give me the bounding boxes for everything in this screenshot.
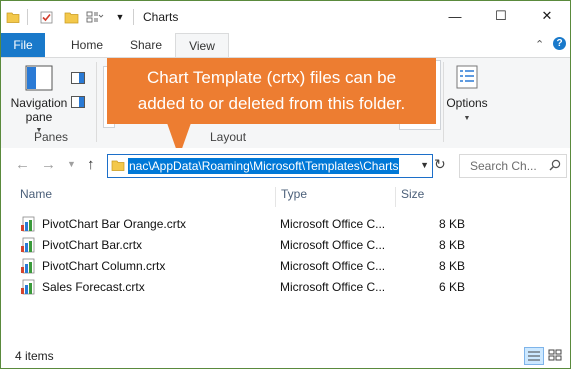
folder-icon[interactable]: [6, 8, 20, 26]
address-bar[interactable]: nac\AppData\Roaming\Microsoft\Templates\…: [107, 154, 433, 178]
file-row[interactable]: Sales Forecast.crtx Microsoft Office C..…: [18, 277, 468, 298]
navigation-bar: ← → ▼ ↑ nac\AppData\Roaming\Microsoft\Te…: [1, 148, 570, 184]
column-header-type[interactable]: Type: [281, 187, 307, 201]
address-dropdown-icon[interactable]: ▼: [420, 160, 429, 170]
file-size: 6 KB: [438, 280, 465, 294]
navigation-pane-label-2: pane: [25, 110, 53, 124]
ribbon-tabs: File Home Share View ⌃ ?: [1, 33, 570, 58]
file-size: 8 KB: [438, 238, 465, 252]
chevron-down-icon: ▼: [463, 115, 471, 122]
up-arrow-icon[interactable]: ↑: [87, 156, 95, 173]
details-pane-icon[interactable]: [71, 96, 85, 108]
options-button[interactable]: Options ▼: [445, 64, 489, 126]
file-name: PivotChart Bar.crtx: [42, 238, 143, 252]
callout-line-1: Chart Template (crtx) files can be: [146, 68, 397, 87]
file-type: Microsoft Office C...: [280, 280, 386, 294]
recent-locations-icon[interactable]: ▼: [67, 159, 76, 169]
search-icon: [549, 159, 561, 171]
ribbon-separator-2: [443, 62, 444, 142]
close-button[interactable]: ✕: [524, 1, 570, 31]
status-bar: 4 items: [1, 343, 570, 368]
address-path[interactable]: nac\AppData\Roaming\Microsoft\Templates\…: [128, 158, 400, 174]
file-size: 8 KB: [438, 259, 465, 273]
column-separator[interactable]: [395, 187, 396, 207]
tab-share[interactable]: Share: [121, 33, 171, 57]
navigation-pane-button[interactable]: Navigation pane ▼: [7, 64, 71, 138]
file-row[interactable]: PivotChart Bar Orange.crtx Microsoft Off…: [18, 214, 468, 235]
quick-access-separator: [27, 9, 28, 25]
folder-icon: [111, 158, 125, 172]
panes-group-label: Panes: [34, 130, 69, 144]
navigation-pane-label: Navigation: [10, 96, 68, 110]
column-header-size[interactable]: Size: [401, 187, 424, 201]
minimize-button[interactable]: —: [432, 1, 478, 31]
column-header-name[interactable]: Name: [20, 187, 52, 201]
quick-access-dropdown-icon[interactable]: ▼: [114, 8, 126, 26]
tab-home[interactable]: Home: [61, 33, 113, 57]
callout-line-2: added to or deleted from this folder.: [137, 94, 406, 113]
chart-template-file-icon: [20, 279, 36, 295]
tab-view[interactable]: View: [175, 33, 229, 58]
forward-arrow-icon[interactable]: →: [41, 156, 56, 173]
properties-icon[interactable]: [38, 8, 54, 26]
explorer-window: ▼ Charts — ☐ ✕ File Home Share View ⌃ ? …: [0, 0, 571, 369]
back-arrow-icon[interactable]: ←: [15, 156, 30, 173]
file-type: Microsoft Office C...: [280, 238, 386, 252]
item-count: 4 items: [15, 349, 54, 363]
chart-template-file-icon: [20, 258, 36, 274]
options-label: Options: [446, 96, 488, 110]
layout-group-label-text: Layout: [210, 130, 247, 144]
file-row[interactable]: PivotChart Bar.crtx Microsoft Office C..…: [18, 235, 468, 256]
tab-file[interactable]: File: [1, 33, 45, 57]
search-box[interactable]: Search Ch...: [459, 154, 567, 178]
refresh-icon[interactable]: ↻: [434, 156, 446, 173]
collapse-ribbon-icon[interactable]: ⌃: [535, 38, 544, 51]
customize-view-icon[interactable]: [86, 8, 104, 26]
file-name: PivotChart Column.crtx: [42, 259, 166, 273]
callout-note: Chart Template (crtx) files can be added…: [107, 58, 436, 124]
chart-template-file-icon: [20, 237, 36, 253]
search-placeholder: Search Ch...: [470, 159, 537, 173]
file-name: Sales Forecast.crtx: [42, 280, 145, 294]
file-type: Microsoft Office C...: [280, 259, 386, 273]
file-type: Microsoft Office C...: [280, 217, 386, 231]
navigation-pane-icon: [25, 64, 53, 92]
file-name: PivotChart Bar Orange.crtx: [42, 217, 187, 231]
title-separator: [133, 9, 134, 25]
column-separator[interactable]: [275, 187, 276, 207]
large-icons-view-icon[interactable]: [546, 347, 564, 363]
help-icon[interactable]: ?: [553, 37, 566, 50]
preview-pane-icon[interactable]: [71, 72, 85, 84]
options-icon: [455, 64, 479, 90]
maximize-button[interactable]: ☐: [478, 1, 524, 31]
ribbon-separator: [96, 62, 97, 142]
details-view-icon[interactable]: [524, 347, 544, 365]
new-folder-icon[interactable]: [63, 8, 79, 26]
title-bar: ▼ Charts — ☐ ✕: [1, 1, 570, 33]
chart-template-file-icon: [20, 216, 36, 232]
file-row[interactable]: PivotChart Column.crtx Microsoft Office …: [18, 256, 468, 277]
window-title: Charts: [143, 10, 179, 24]
file-size: 8 KB: [438, 217, 465, 231]
